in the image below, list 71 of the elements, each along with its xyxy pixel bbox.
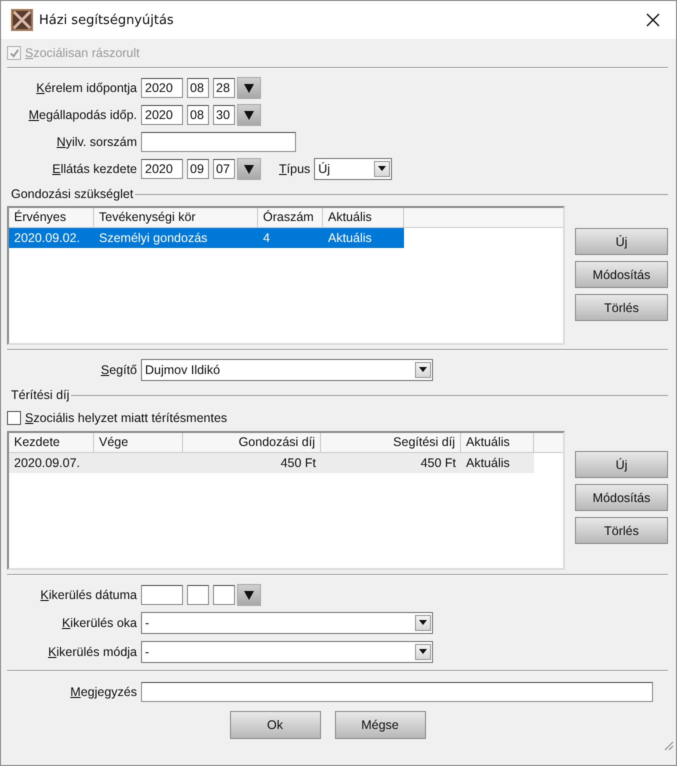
field-label: Megjegyzés (69, 685, 137, 699)
dropdown-button[interactable] (415, 644, 431, 660)
calendar-dropdown-button[interactable] (237, 584, 261, 606)
dropdown[interactable]: Új (314, 158, 392, 180)
field-label: Kikerülés módja (47, 644, 137, 658)
close-icon[interactable] (646, 13, 660, 27)
year-field[interactable] (141, 584, 183, 604)
month-field[interactable]: 09 (187, 158, 209, 178)
year-field[interactable]: 2020 (141, 104, 183, 124)
action-button[interactable]: Új (575, 228, 668, 255)
checkbox[interactable] (7, 411, 21, 425)
day-field[interactable] (213, 584, 235, 604)
resize-grip-icon[interactable] (662, 739, 674, 751)
table-cell: 4 (263, 231, 270, 245)
caret-down-icon (419, 649, 427, 654)
caret-down-icon (244, 164, 254, 174)
dropdown-button[interactable] (374, 160, 390, 176)
action-button[interactable]: Törlés (575, 517, 668, 544)
action-button[interactable]: Módosítás (575, 484, 668, 511)
table-cell: 450 Ft (280, 456, 316, 470)
caret-down-icon (244, 110, 254, 120)
group-title: Térítési díj (10, 388, 70, 402)
field-label: Megállapodás időp. (28, 108, 137, 122)
field-label: Nyilv. sorszám (56, 134, 137, 148)
table-row[interactable]: 2020.09.02. Személyi gondozás 4 Aktuális (9, 228, 404, 248)
table-cell: 450 Ft (420, 456, 456, 470)
dropdown[interactable]: - (141, 640, 433, 662)
checkbox-label: Szociálisan rászorult (25, 46, 140, 60)
action-button[interactable]: Törlés (575, 294, 668, 321)
month-field[interactable] (187, 584, 209, 604)
table-cell: Aktuális (466, 456, 510, 470)
serial-number-field[interactable] (141, 132, 296, 152)
day-field[interactable]: 07 (213, 158, 235, 178)
dropdown[interactable]: - (141, 612, 433, 634)
day-field[interactable]: 28 (213, 78, 235, 98)
dialog-button[interactable]: Ok (230, 711, 320, 739)
dialog-button[interactable]: Mégse (334, 711, 426, 739)
calendar-dropdown-button[interactable] (237, 76, 261, 98)
field-label: Segítő (100, 362, 137, 376)
caret-down-icon (378, 166, 386, 171)
group-title: Gondozási szükséglet (10, 187, 134, 201)
dropdown-button[interactable] (415, 614, 431, 630)
caret-down-icon (244, 590, 254, 600)
year-field[interactable]: 2020 (141, 78, 183, 98)
table-row[interactable]: 2020.09.07. 450 Ft 450 Ft Aktuális (9, 453, 534, 473)
field-label: Kérelem időpontja (35, 80, 137, 94)
note-field[interactable] (141, 682, 653, 702)
action-button[interactable]: Új (575, 451, 668, 478)
field-label: Kikerülés dátuma (39, 588, 137, 602)
calendar-dropdown-button[interactable] (237, 104, 261, 126)
month-field[interactable]: 08 (187, 78, 209, 98)
app-icon (11, 9, 33, 31)
field-label: Kikerülés oka (60, 616, 137, 630)
field-label: Típus (279, 162, 310, 176)
day-field[interactable]: 30 (213, 104, 235, 124)
caret-down-icon (419, 620, 427, 625)
caret-down-icon (244, 82, 254, 92)
table-cell: 2020.09.07. (14, 456, 80, 470)
caret-down-icon (419, 367, 427, 372)
year-field[interactable]: 2020 (141, 158, 183, 178)
action-button[interactable]: Módosítás (575, 261, 668, 288)
table-cell: 2020.09.02. (14, 231, 80, 245)
dropdown[interactable]: Dujmov Ildikó (141, 358, 433, 380)
table-cell: Személyi gondozás (99, 231, 208, 245)
calendar-dropdown-button[interactable] (237, 158, 261, 180)
checkbox-label: Szociális helyzet miatt térítésmentes (25, 411, 228, 425)
month-field[interactable]: 08 (187, 104, 209, 124)
field-label: Ellátás kezdete (51, 162, 137, 176)
window-title: Házi segítségnyújtás (39, 12, 175, 28)
dropdown-button[interactable] (415, 362, 431, 378)
table-cell: Aktuális (328, 231, 372, 245)
